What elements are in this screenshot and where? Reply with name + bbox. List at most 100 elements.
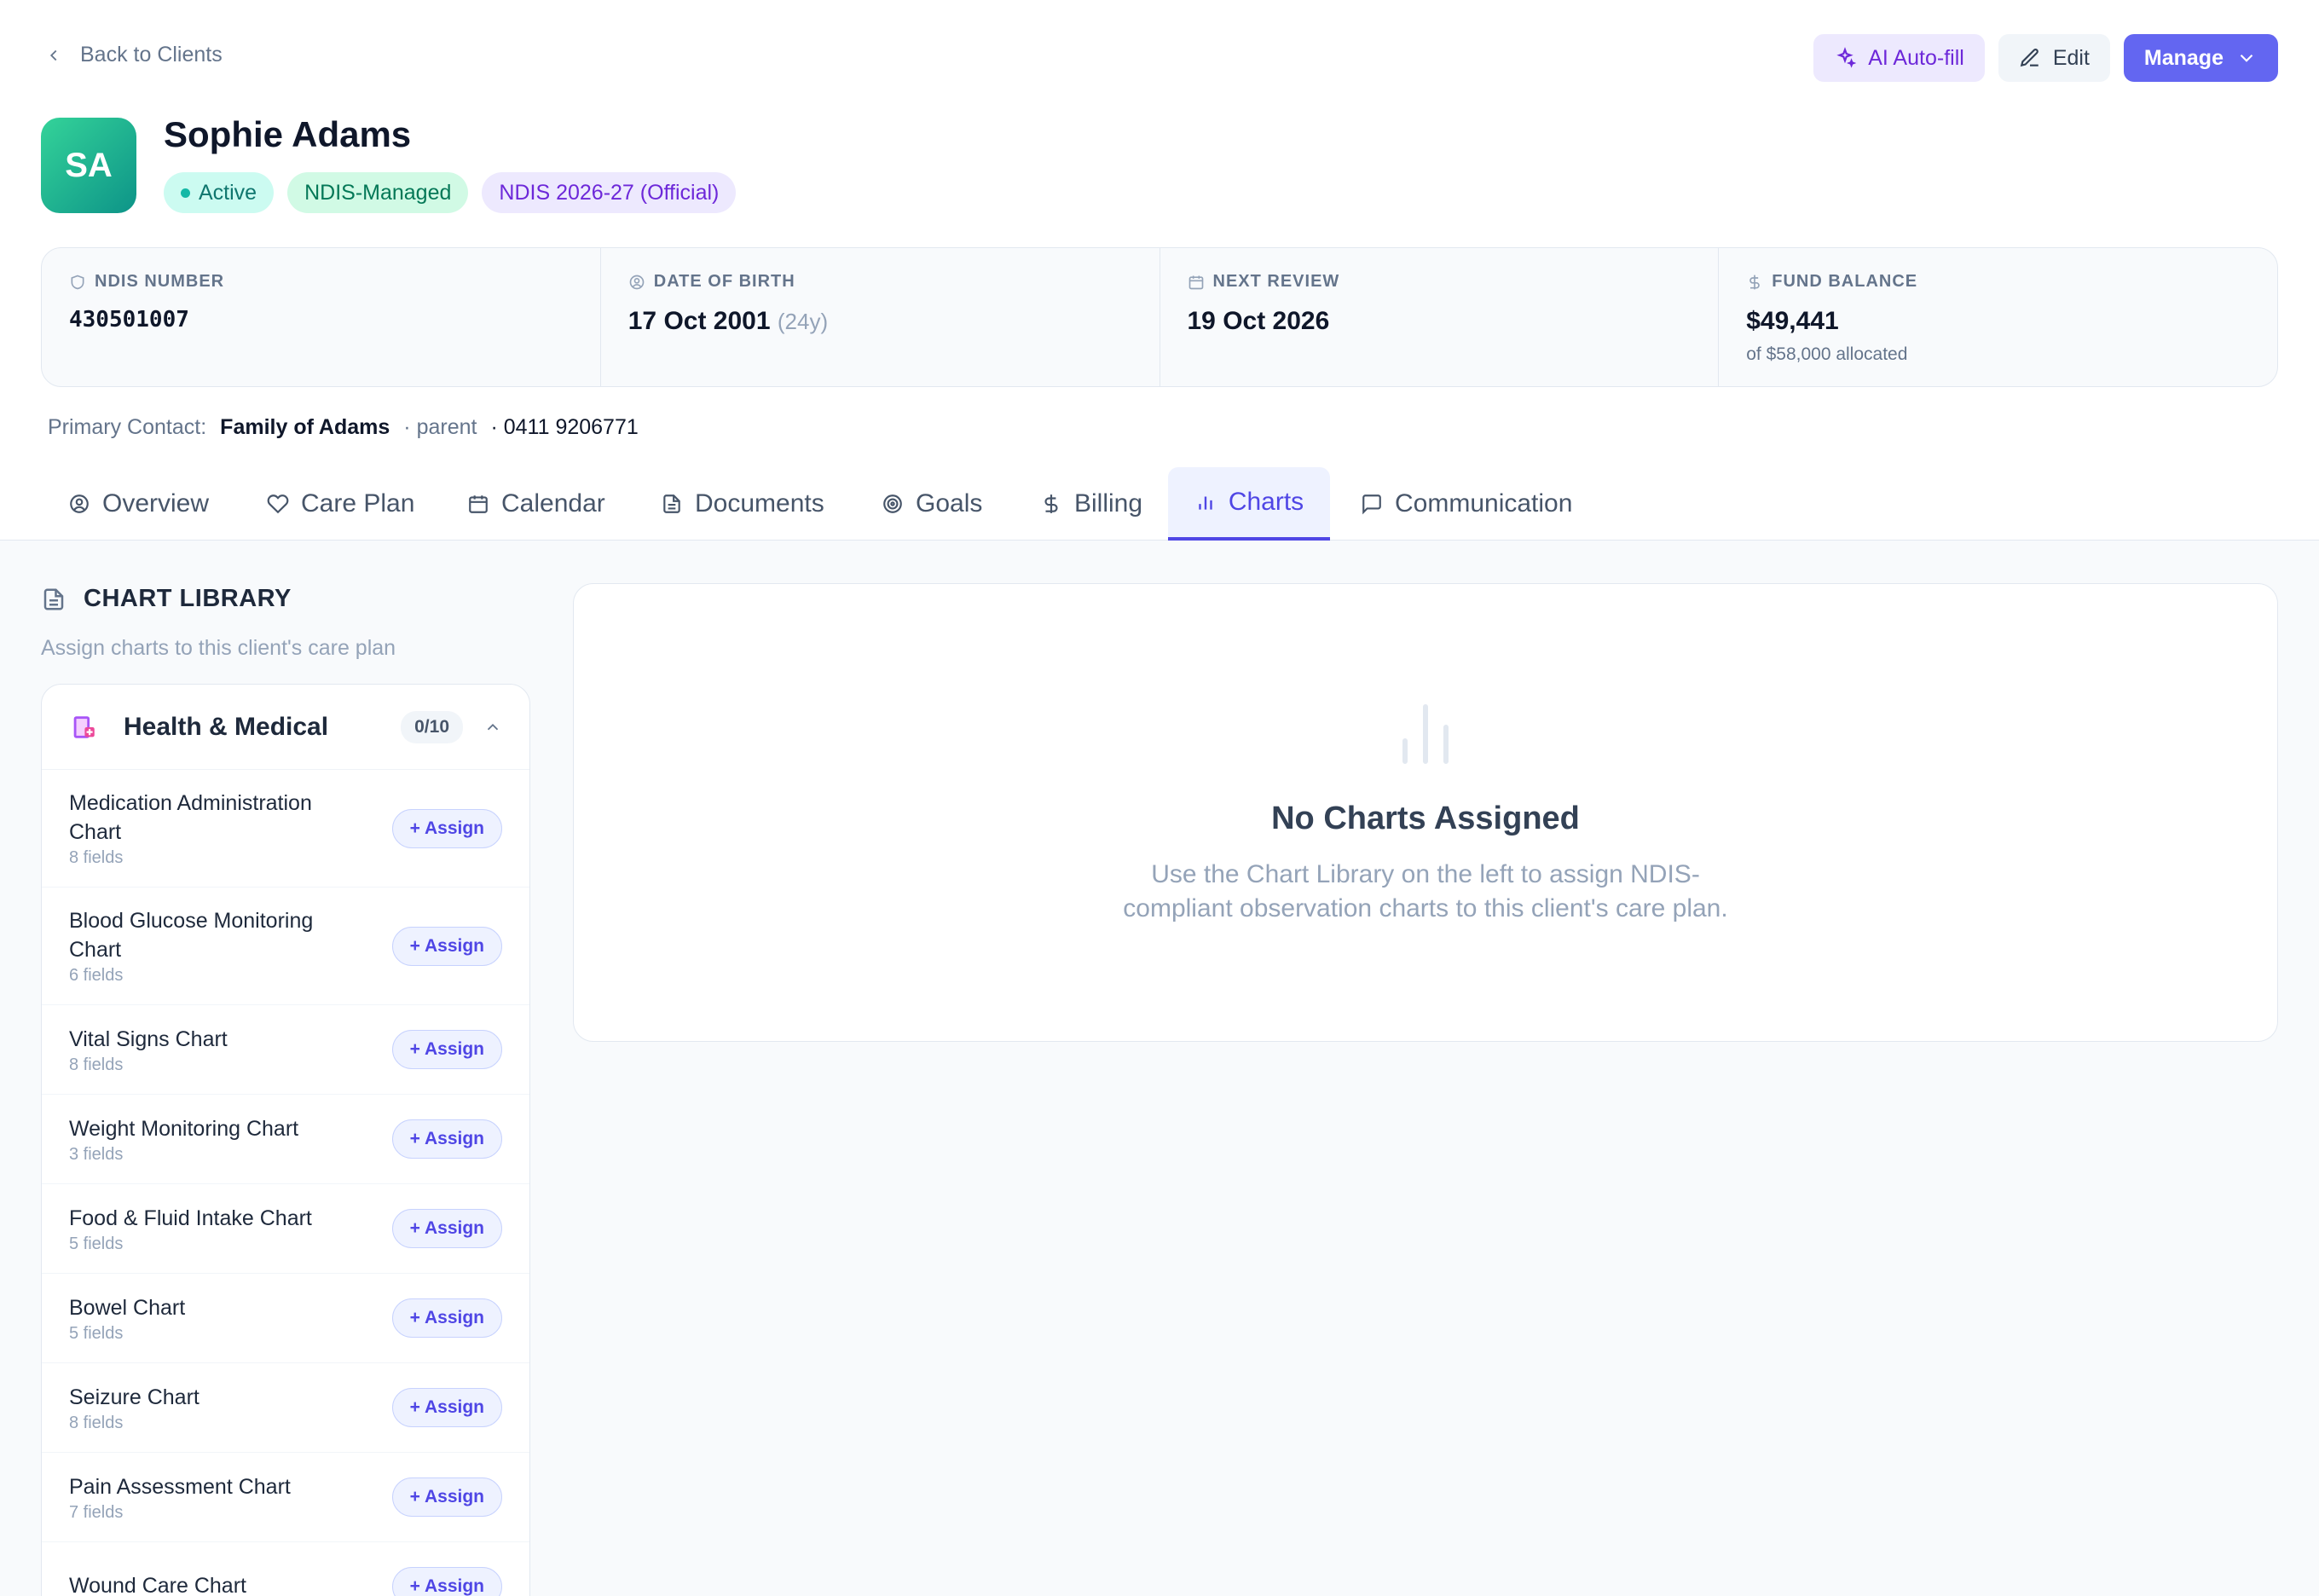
tab-charts[interactable]: Charts <box>1168 467 1330 541</box>
chart-fields: 5 fields <box>69 1234 124 1253</box>
tab-documents[interactable]: Documents <box>644 467 841 541</box>
assign-button[interactable]: + Assign <box>391 1388 502 1427</box>
category-name: Health & Medical <box>124 712 329 741</box>
back-label: Back to Clients <box>80 43 223 66</box>
assign-button[interactable]: + Assign <box>391 926 502 966</box>
chart-name: Pain Assessment Chart <box>69 1474 291 1499</box>
document-icon <box>663 494 680 513</box>
category-header[interactable]: Health & Medical 0/10 <box>42 685 529 770</box>
chart-fields: 8 fields <box>69 848 124 867</box>
chart-fields: 8 fields <box>69 1055 124 1074</box>
ndis-number-value: 430501007 <box>69 307 189 332</box>
chart-fields: 6 fields <box>69 966 124 985</box>
tab-billing[interactable]: Billing <box>1023 467 1160 541</box>
dollar-icon <box>1749 275 1761 289</box>
status-dot-icon <box>181 188 190 198</box>
chart-fields: 8 fields <box>69 1413 124 1432</box>
assign-button[interactable]: + Assign <box>391 808 502 848</box>
back-to-clients-link[interactable]: Back to Clients <box>44 43 223 67</box>
stat-fund-label-row: FUND BALANCE <box>1746 272 2250 292</box>
age-value: (24y) <box>777 309 829 334</box>
plan-badge: NDIS 2026-27 (Official) <box>482 172 737 213</box>
list-item: Wound Care Chart + Assign <box>42 1542 529 1596</box>
edit-icon <box>2020 49 2039 67</box>
tab-calendar[interactable]: Calendar <box>450 467 622 541</box>
status-badge: Active <box>164 172 275 213</box>
tab-overview-label: Overview <box>102 489 210 518</box>
chart-name: Food & Fluid Intake Chart <box>69 1206 312 1230</box>
manage-label: Manage <box>2143 45 2224 70</box>
list-item: Food & Fluid Intake Chart 5 fields + Ass… <box>42 1184 529 1274</box>
chart-library-title: CHART LIBRARY <box>84 585 292 612</box>
list-item-info: Seizure Chart 8 fields <box>69 1383 350 1433</box>
user-circle-icon <box>70 494 89 513</box>
calendar-icon <box>1188 275 1203 289</box>
chart-fields: 5 fields <box>69 1323 124 1343</box>
contact-name: Family of Adams <box>220 415 390 439</box>
list-item-info: Food & Fluid Intake Chart 5 fields <box>69 1204 350 1254</box>
tab-calendar-label: Calendar <box>501 489 605 518</box>
tab-overview[interactable]: Overview <box>51 467 226 541</box>
header-actions: AI Auto-fill Edit Manage <box>1813 34 2278 82</box>
stat-ndis-label: NDIS NUMBER <box>95 272 225 291</box>
tab-care-plan[interactable]: Care Plan <box>250 467 431 541</box>
chart-fields: 7 fields <box>69 1502 124 1522</box>
list-item-info: Wound Care Chart <box>69 1571 350 1596</box>
stat-review-label-row: NEXT REVIEW <box>1188 272 1692 292</box>
list-item-info: Medication Administration Chart 8 fields <box>69 789 350 868</box>
client-tabs: Overview Care Plan Calendar Documents Go… <box>0 467 2319 541</box>
assign-button[interactable]: + Assign <box>391 1477 502 1517</box>
user-circle-icon <box>629 275 645 289</box>
bar-chart-icon <box>1402 704 1449 764</box>
stat-ndis-label-row: NDIS NUMBER <box>69 272 573 292</box>
assign-button[interactable]: + Assign <box>391 1209 502 1248</box>
assign-button[interactable]: + Assign <box>391 1030 502 1069</box>
tab-goals-label: Goals <box>916 489 983 518</box>
chart-name: Blood Glucose Monitoring Chart <box>69 909 314 962</box>
ai-autofill-button[interactable]: AI Auto-fill <box>1813 34 1985 82</box>
list-item-info: Bowel Chart 5 fields <box>69 1293 350 1344</box>
list-item: Medication Administration Chart 8 fields… <box>42 770 529 888</box>
charts-content: CHART LIBRARY Assign charts to this clie… <box>0 541 2319 1596</box>
tab-documents-label: Documents <box>695 489 824 518</box>
heart-icon <box>267 494 289 514</box>
chart-library-heading: CHART LIBRARY <box>41 585 292 613</box>
target-icon <box>883 494 902 513</box>
medical-chart-icon <box>73 715 95 738</box>
contact-relation: · parent <box>403 415 477 439</box>
fund-allocated-note: of $58,000 allocated <box>1746 344 1908 364</box>
tab-communication[interactable]: Communication <box>1344 467 1589 541</box>
tab-billing-label: Billing <box>1074 489 1143 518</box>
chart-fields: 3 fields <box>69 1144 124 1164</box>
next-review-value: 19 Oct 2026 <box>1187 307 1330 335</box>
chart-name: Seizure Chart <box>69 1385 200 1409</box>
chart-library-panel: Health & Medical 0/10 Medication Adminis… <box>41 684 530 1596</box>
chevron-left-icon <box>49 49 57 61</box>
edit-button[interactable]: Edit <box>1998 34 2110 82</box>
list-item: Weight Monitoring Chart 3 fields + Assig… <box>42 1095 529 1184</box>
shield-icon <box>71 275 84 289</box>
management-badge: NDIS-Managed <box>287 172 469 213</box>
list-item: Vital Signs Chart 8 fields + Assign <box>42 1005 529 1095</box>
tab-goals[interactable]: Goals <box>865 467 999 541</box>
stat-fund-label: FUND BALANCE <box>1772 272 1918 291</box>
calendar-icon <box>469 495 488 513</box>
assign-button[interactable]: + Assign <box>391 1298 502 1338</box>
status-badge-label: Active <box>199 180 257 205</box>
stat-fund-balance: FUND BALANCE $49,441 of $58,000 allocate… <box>1719 248 2277 386</box>
assign-button[interactable]: + Assign <box>391 1119 502 1159</box>
primary-contact: Primary Contact: Family of Adams · paren… <box>48 415 639 440</box>
chart-name: Weight Monitoring Chart <box>69 1116 299 1141</box>
manage-button[interactable]: Manage <box>2123 34 2278 82</box>
ai-autofill-label: AI Auto-fill <box>1868 45 1964 70</box>
list-item-info: Vital Signs Chart 8 fields <box>69 1025 350 1075</box>
assign-button[interactable]: + Assign <box>391 1567 502 1596</box>
stat-date-of-birth: DATE OF BIRTH 17 Oct 2001 (24y) <box>601 248 1160 386</box>
list-item: Seizure Chart 8 fields + Assign <box>42 1363 529 1453</box>
bar-chart-icon <box>1199 496 1212 510</box>
category-count: 0/10 <box>401 710 463 743</box>
chevron-up-icon[interactable] <box>483 718 502 737</box>
fund-balance-value: $49,441 <box>1746 307 1839 335</box>
dollar-icon <box>1044 494 1058 513</box>
stat-dob-label: DATE OF BIRTH <box>653 272 795 291</box>
